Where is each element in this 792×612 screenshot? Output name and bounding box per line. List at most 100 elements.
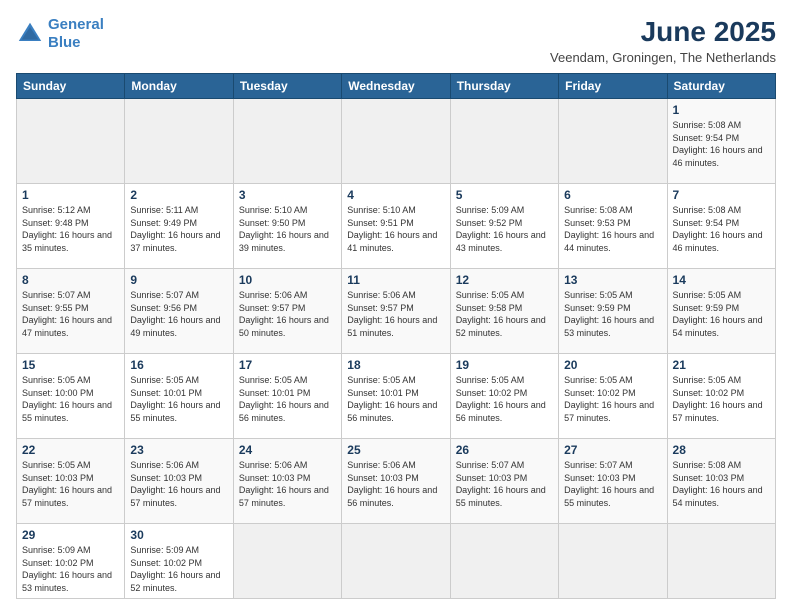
calendar-cell: 9 Sunrise: 5:07 AMSunset: 9:56 PMDaylight… (125, 269, 233, 354)
calendar-cell: 20Sunrise: 5:05 AMSunset: 10:02 PMDaylig… (559, 354, 667, 439)
calendar-week-row: 29 Sunrise: 5:09 AMSunset: 10:02 PMDaylig… (17, 524, 776, 599)
day-number: 5 (456, 188, 553, 202)
cell-content: Sunrise: 5:05 AMSunset: 10:03 PMDaylight… (22, 460, 112, 508)
day-number: 28 (673, 443, 770, 457)
weekday-header-wednesday: Wednesday (342, 74, 450, 99)
day-number: 16 (130, 358, 227, 372)
cell-content: Sunrise: 5:11 AMSunset: 9:49 PMDaylight:… (130, 205, 220, 253)
day-number: 1 (673, 103, 770, 117)
day-number: 23 (130, 443, 227, 457)
calendar-cell: 27Sunrise: 5:07 AMSunset: 10:03 PMDaylig… (559, 439, 667, 524)
cell-content: Sunrise: 5:06 AMSunset: 10:03 PMDaylight… (130, 460, 220, 508)
cell-content: Sunrise: 5:06 AMSunset: 9:57 PMDaylight:… (347, 290, 437, 338)
logo-line1: General (48, 16, 104, 33)
cell-content: Sunrise: 5:07 AMSunset: 9:55 PMDaylight:… (22, 290, 112, 338)
day-number: 15 (22, 358, 119, 372)
calendar-cell: 26Sunrise: 5:07 AMSunset: 10:03 PMDaylig… (450, 439, 558, 524)
cell-content: Sunrise: 5:05 AMSunset: 9:59 PMDaylight:… (673, 290, 763, 338)
calendar-cell: 18Sunrise: 5:05 AMSunset: 10:01 PMDaylig… (342, 354, 450, 439)
calendar-week-row: 8 Sunrise: 5:07 AMSunset: 9:55 PMDaylight… (17, 269, 776, 354)
day-number: 11 (347, 273, 444, 287)
day-number: 10 (239, 273, 336, 287)
calendar-cell (450, 524, 558, 599)
cell-content: Sunrise: 5:07 AMSunset: 9:56 PMDaylight:… (130, 290, 220, 338)
day-number: 4 (347, 188, 444, 202)
day-number: 17 (239, 358, 336, 372)
calendar-cell (559, 524, 667, 599)
day-number: 29 (22, 528, 119, 542)
calendar-cell (450, 99, 558, 184)
day-number: 27 (564, 443, 661, 457)
calendar-cell: 12Sunrise: 5:05 AMSunset: 9:58 PMDayligh… (450, 269, 558, 354)
calendar-cell: 7 Sunrise: 5:08 AMSunset: 9:54 PMDaylight… (667, 184, 775, 269)
calendar-cell (233, 99, 341, 184)
logo-line2: Blue (48, 34, 81, 51)
day-number: 9 (130, 273, 227, 287)
day-number: 7 (673, 188, 770, 202)
calendar-cell: 4 Sunrise: 5:10 AMSunset: 9:51 PMDaylight… (342, 184, 450, 269)
day-number: 8 (22, 273, 119, 287)
cell-content: Sunrise: 5:05 AMSunset: 10:02 PMDaylight… (673, 375, 763, 423)
calendar-week-row: 22Sunrise: 5:05 AMSunset: 10:03 PMDaylig… (17, 439, 776, 524)
day-number: 14 (673, 273, 770, 287)
calendar-cell: 15Sunrise: 5:05 AMSunset: 10:00 PMDaylig… (17, 354, 125, 439)
calendar-cell: 10Sunrise: 5:06 AMSunset: 9:57 PMDayligh… (233, 269, 341, 354)
calendar-cell (17, 99, 125, 184)
day-number: 21 (673, 358, 770, 372)
weekday-header-sunday: Sunday (17, 74, 125, 99)
page: General Blue June 2025 Veendam, Groninge… (0, 0, 792, 612)
day-number: 12 (456, 273, 553, 287)
calendar-cell: 6 Sunrise: 5:08 AMSunset: 9:53 PMDaylight… (559, 184, 667, 269)
day-number: 30 (130, 528, 227, 542)
calendar-cell: 17 Sunrise: 5:05 AMSunset: 10:01 PMDaylig… (233, 354, 341, 439)
cell-content: Sunrise: 5:05 AMSunset: 10:01 PMDaylight… (239, 375, 329, 423)
cell-content: Sunrise: 5:05 AMSunset: 10:01 PMDaylight… (130, 375, 220, 423)
cell-content: Sunrise: 5:10 AMSunset: 9:50 PMDaylight:… (239, 205, 329, 253)
title-block: June 2025 Veendam, Groningen, The Nether… (550, 16, 776, 65)
cell-content: Sunrise: 5:09 AMSunset: 10:02 PMDaylight… (130, 545, 220, 593)
calendar-cell: 11 Sunrise: 5:06 AMSunset: 9:57 PMDayligh… (342, 269, 450, 354)
calendar-cell (667, 524, 775, 599)
calendar-cell: 8 Sunrise: 5:07 AMSunset: 9:55 PMDaylight… (17, 269, 125, 354)
cell-content: Sunrise: 5:05 AMSunset: 10:01 PMDaylight… (347, 375, 437, 423)
day-number: 3 (239, 188, 336, 202)
calendar-cell: 21 Sunrise: 5:05 AMSunset: 10:02 PMDaylig… (667, 354, 775, 439)
calendar-cell: 29Sunrise: 5:09 AMSunset: 10:02 PMDaylig… (17, 524, 125, 599)
weekday-header-tuesday: Tuesday (233, 74, 341, 99)
calendar-cell (342, 99, 450, 184)
calendar-cell: 13 Sunrise: 5:05 AMSunset: 9:59 PMDayligh… (559, 269, 667, 354)
cell-content: Sunrise: 5:05 AMSunset: 10:02 PMDaylight… (456, 375, 546, 423)
calendar-cell: 1Sunrise: 5:08 AMSunset: 9:54 PMDaylight… (667, 99, 775, 184)
cell-content: Sunrise: 5:09 AMSunset: 9:52 PMDaylight:… (456, 205, 546, 253)
calendar-week-row: 1 Sunrise: 5:12 AMSunset: 9:48 PMDaylight… (17, 184, 776, 269)
cell-content: Sunrise: 5:08 AMSunset: 9:53 PMDaylight:… (564, 205, 654, 253)
weekday-header-monday: Monday (125, 74, 233, 99)
cell-content: Sunrise: 5:05 AMSunset: 9:59 PMDaylight:… (564, 290, 654, 338)
calendar-cell (233, 524, 341, 599)
month-title: June 2025 (550, 16, 776, 48)
day-number: 19 (456, 358, 553, 372)
cell-content: Sunrise: 5:05 AMSunset: 10:02 PMDaylight… (564, 375, 654, 423)
weekday-header-saturday: Saturday (667, 74, 775, 99)
calendar-cell (342, 524, 450, 599)
weekday-header-thursday: Thursday (450, 74, 558, 99)
cell-content: Sunrise: 5:08 AMSunset: 9:54 PMDaylight:… (673, 205, 763, 253)
cell-content: Sunrise: 5:10 AMSunset: 9:51 PMDaylight:… (347, 205, 437, 253)
calendar-cell: 30 Sunrise: 5:09 AMSunset: 10:02 PMDaylig… (125, 524, 233, 599)
calendar-cell: 3 Sunrise: 5:10 AMSunset: 9:50 PMDaylight… (233, 184, 341, 269)
day-number: 6 (564, 188, 661, 202)
day-number: 25 (347, 443, 444, 457)
calendar-cell: 19 Sunrise: 5:05 AMSunset: 10:02 PMDaylig… (450, 354, 558, 439)
calendar-week-row: 15Sunrise: 5:05 AMSunset: 10:00 PMDaylig… (17, 354, 776, 439)
cell-content: Sunrise: 5:06 AMSunset: 10:03 PMDaylight… (239, 460, 329, 508)
day-number: 26 (456, 443, 553, 457)
cell-content: Sunrise: 5:12 AMSunset: 9:48 PMDaylight:… (22, 205, 112, 253)
cell-content: Sunrise: 5:06 AMSunset: 10:03 PMDaylight… (347, 460, 437, 508)
logo-text: General Blue (48, 16, 104, 52)
calendar-cell: 24 Sunrise: 5:06 AMSunset: 10:03 PMDaylig… (233, 439, 341, 524)
day-number: 1 (22, 188, 119, 202)
cell-content: Sunrise: 5:08 AMSunset: 10:03 PMDaylight… (673, 460, 763, 508)
day-number: 24 (239, 443, 336, 457)
calendar-cell: 2Sunrise: 5:11 AMSunset: 9:49 PMDaylight… (125, 184, 233, 269)
day-number: 13 (564, 273, 661, 287)
